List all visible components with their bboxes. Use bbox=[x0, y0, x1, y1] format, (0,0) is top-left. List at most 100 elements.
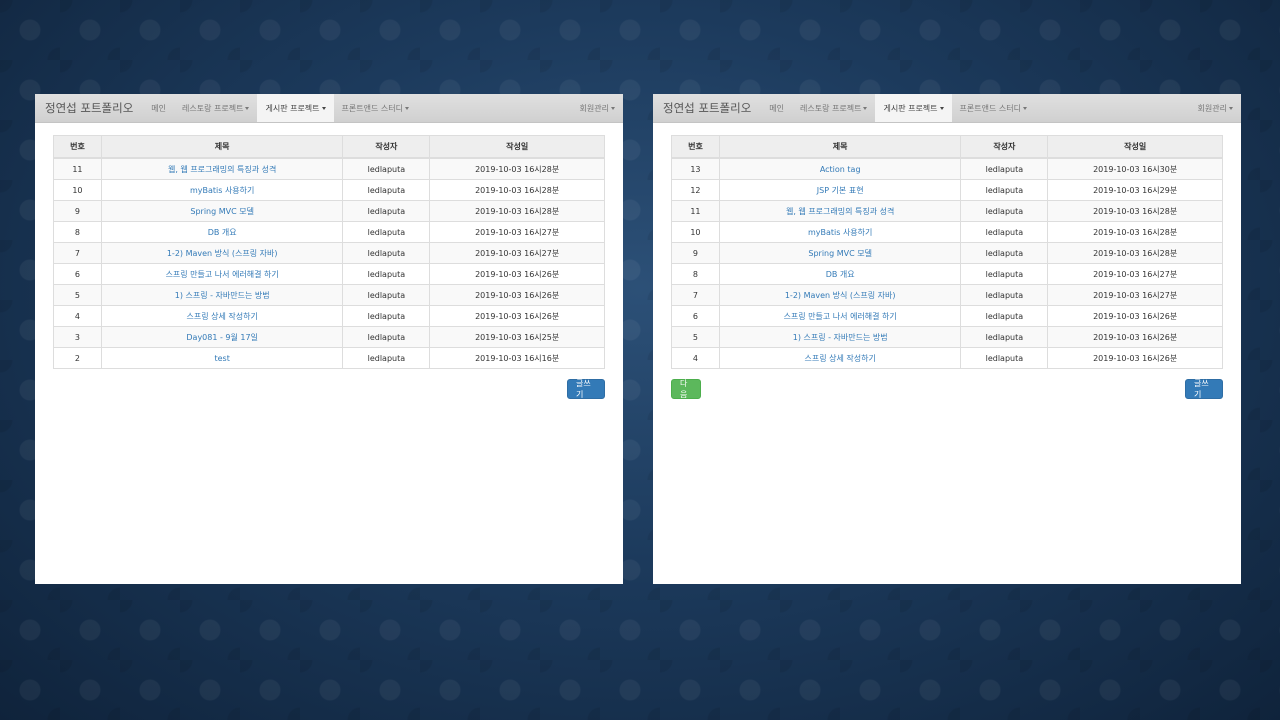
next-button[interactable]: 다음 bbox=[671, 379, 701, 399]
table-header-row: 번호 제목 작성자 작성일 bbox=[671, 135, 1223, 159]
post-title: 스프링 상세 작성하기 bbox=[100, 305, 344, 327]
post-number: 7 bbox=[671, 284, 720, 306]
table-row: 8 DB 개요 ledlaputa 2019-10-03 16시27분 bbox=[671, 263, 1223, 285]
navbar-brand[interactable]: 정연섭 포트폴리오 bbox=[653, 94, 761, 122]
write-button[interactable]: 글쓰기 bbox=[1185, 379, 1223, 399]
nav-item-board-project[interactable]: 게시판 프로젝트 bbox=[257, 94, 334, 122]
post-date: 2019-10-03 16시26분 bbox=[429, 263, 605, 285]
post-date: 2019-10-03 16시28분 bbox=[1047, 242, 1223, 264]
nav-item-board-project[interactable]: 게시판 프로젝트 bbox=[875, 94, 952, 122]
post-author: ledlaputa bbox=[342, 305, 431, 327]
post-author: ledlaputa bbox=[960, 305, 1049, 327]
post-author: ledlaputa bbox=[342, 157, 431, 180]
post-title: myBatis 사용하기 bbox=[718, 221, 962, 243]
post-title-link[interactable]: 스프링 상세 작성하기 bbox=[187, 312, 258, 321]
post-title-link[interactable]: test bbox=[214, 354, 229, 363]
post-author: ledlaputa bbox=[342, 200, 431, 222]
nav-item-main[interactable]: 메인 bbox=[143, 94, 174, 122]
post-title: Spring MVC 모델 bbox=[100, 200, 344, 222]
caret-down-icon bbox=[611, 106, 615, 110]
nav-item-main[interactable]: 메인 bbox=[761, 94, 792, 122]
navbar: 정연섭 포트폴리오 메인 레스토랑 프로젝트 게시판 프로젝트 프론트앤드 스터… bbox=[653, 94, 1241, 123]
post-author: ledlaputa bbox=[342, 221, 431, 243]
post-date: 2019-10-03 16시27분 bbox=[429, 221, 605, 243]
post-title: 1) 스프링 - 자바만드는 방법 bbox=[718, 326, 962, 348]
post-title-link[interactable]: Spring MVC 모델 bbox=[190, 207, 254, 216]
navbar-brand[interactable]: 정연섭 포트폴리오 bbox=[35, 94, 143, 122]
post-title-link[interactable]: Spring MVC 모델 bbox=[808, 249, 872, 258]
table-header-row: 번호 제목 작성자 작성일 bbox=[53, 135, 605, 159]
post-number: 10 bbox=[53, 179, 102, 201]
board-table-body: 11 웹, 웹 프로그래밍의 특징과 성격 ledlaputa 2019-10-03 … bbox=[53, 157, 605, 369]
post-number: 5 bbox=[53, 284, 102, 306]
post-number: 5 bbox=[671, 326, 720, 348]
post-title-link[interactable]: 웹, 웹 프로그래밍의 특징과 성격 bbox=[786, 207, 894, 216]
post-title-link[interactable]: myBatis 사용하기 bbox=[190, 186, 254, 195]
board-table-body: 13 Action tag ledlaputa 2019-10-03 16시30분 12… bbox=[671, 157, 1223, 369]
table-row: 9 Spring MVC 모델 ledlaputa 2019-10-03 16시28분 bbox=[53, 200, 605, 222]
post-title: Action tag bbox=[718, 157, 962, 180]
post-title-link[interactable]: Day081 - 9월 17일 bbox=[186, 333, 258, 342]
nav-item-member-management[interactable]: 회원관리 bbox=[1190, 94, 1241, 122]
post-title: test bbox=[100, 347, 344, 369]
post-title-link[interactable]: 1-2) Maven 방식 (스프링 자바) bbox=[785, 291, 896, 300]
post-author: ledlaputa bbox=[960, 179, 1049, 201]
nav-item-frontend-study[interactable]: 프론트앤드 스터디 bbox=[952, 94, 1035, 122]
post-title-link[interactable]: 웹, 웹 프로그래밍의 특징과 성격 bbox=[168, 165, 276, 174]
caret-down-icon bbox=[404, 106, 409, 110]
post-date: 2019-10-03 16시26분 bbox=[429, 305, 605, 327]
post-title-link[interactable]: 스프링 상세 작성하기 bbox=[805, 354, 876, 363]
post-date: 2019-10-03 16시26분 bbox=[429, 284, 605, 306]
post-author: ledlaputa bbox=[960, 200, 1049, 222]
nav-item-restaurant-project[interactable]: 레스토랑 프로젝트 bbox=[792, 94, 875, 122]
post-title-link[interactable]: 스프링 만들고 나서 에러해결 하기 bbox=[166, 270, 279, 279]
post-author: ledlaputa bbox=[342, 263, 431, 285]
post-title-link[interactable]: 1-2) Maven 방식 (스프링 자바) bbox=[167, 249, 278, 258]
post-title-link[interactable]: DB 개요 bbox=[208, 228, 237, 237]
post-number: 8 bbox=[53, 221, 102, 243]
table-row: 5 1) 스프링 - 자바만드는 방법 ledlaputa 2019-10-03 16… bbox=[671, 326, 1223, 348]
post-title: 스프링 만들고 나서 에러해결 하기 bbox=[100, 263, 344, 285]
nav-item-member-management[interactable]: 회원관리 bbox=[572, 94, 623, 122]
nav-item-restaurant-project[interactable]: 레스토랑 프로젝트 bbox=[174, 94, 257, 122]
post-title: 스프링 상세 작성하기 bbox=[718, 347, 962, 369]
post-author: ledlaputa bbox=[342, 242, 431, 264]
table-row: 4 스프링 상세 작성하기 ledlaputa 2019-10-03 16시26분 bbox=[53, 305, 605, 327]
post-title-link[interactable]: 1) 스프링 - 자바만드는 방법 bbox=[793, 333, 888, 342]
table-row: 11 웹, 웹 프로그래밍의 특징과 성격 ledlaputa 2019-10-03 … bbox=[53, 157, 605, 180]
post-author: ledlaputa bbox=[960, 221, 1049, 243]
post-title-link[interactable]: myBatis 사용하기 bbox=[808, 228, 872, 237]
post-date: 2019-10-03 16시26분 bbox=[1047, 326, 1223, 348]
screenshot-board-page-1: 정연섭 포트폴리오 메인 레스토랑 프로젝트 게시판 프로젝트 프론트앤드 스터… bbox=[35, 94, 623, 584]
post-title-link[interactable]: DB 개요 bbox=[826, 270, 855, 279]
header-number: 번호 bbox=[53, 135, 102, 159]
post-title: DB 개요 bbox=[100, 221, 344, 243]
board-table: 번호 제목 작성자 작성일 13 Action tag ledlaputa 2019-… bbox=[671, 135, 1223, 369]
post-date: 2019-10-03 16시27분 bbox=[1047, 284, 1223, 306]
table-row: 4 스프링 상세 작성하기 ledlaputa 2019-10-03 16시26분 bbox=[671, 347, 1223, 369]
post-date: 2019-10-03 16시27분 bbox=[1047, 263, 1223, 285]
post-number: 7 bbox=[53, 242, 102, 264]
post-number: 8 bbox=[671, 263, 720, 285]
post-title-link[interactable]: 1) 스프링 - 자바만드는 방법 bbox=[175, 291, 270, 300]
post-title: 웹, 웹 프로그래밍의 특징과 성격 bbox=[718, 200, 962, 222]
post-title: 스프링 만들고 나서 에러해결 하기 bbox=[718, 305, 962, 327]
post-title: 웹, 웹 프로그래밍의 특징과 성격 bbox=[100, 157, 344, 180]
post-title-link[interactable]: Action tag bbox=[820, 165, 861, 174]
table-row: 7 1-2) Maven 방식 (스프링 자바) ledlaputa 2019-10-… bbox=[671, 284, 1223, 306]
nav-item-frontend-study[interactable]: 프론트앤드 스터디 bbox=[334, 94, 417, 122]
post-title-link[interactable]: JSP 기본 표현 bbox=[817, 186, 864, 195]
write-button[interactable]: 글쓰기 bbox=[567, 379, 605, 399]
post-title-link[interactable]: 스프링 만들고 나서 에러해결 하기 bbox=[784, 312, 897, 321]
post-title: DB 개요 bbox=[718, 263, 962, 285]
post-title: 1-2) Maven 방식 (스프링 자바) bbox=[100, 242, 344, 264]
table-row: 8 DB 개요 ledlaputa 2019-10-03 16시27분 bbox=[53, 221, 605, 243]
post-title: Day081 - 9월 17일 bbox=[100, 326, 344, 348]
header-title: 제목 bbox=[100, 135, 344, 159]
post-number: 11 bbox=[53, 157, 102, 180]
screenshot-board-page-2: 정연섭 포트폴리오 메인 레스토랑 프로젝트 게시판 프로젝트 프론트앤드 스터… bbox=[653, 94, 1241, 584]
caret-down-icon bbox=[863, 106, 868, 110]
post-author: ledlaputa bbox=[960, 347, 1049, 369]
post-author: ledlaputa bbox=[960, 242, 1049, 264]
header-number: 번호 bbox=[671, 135, 720, 159]
